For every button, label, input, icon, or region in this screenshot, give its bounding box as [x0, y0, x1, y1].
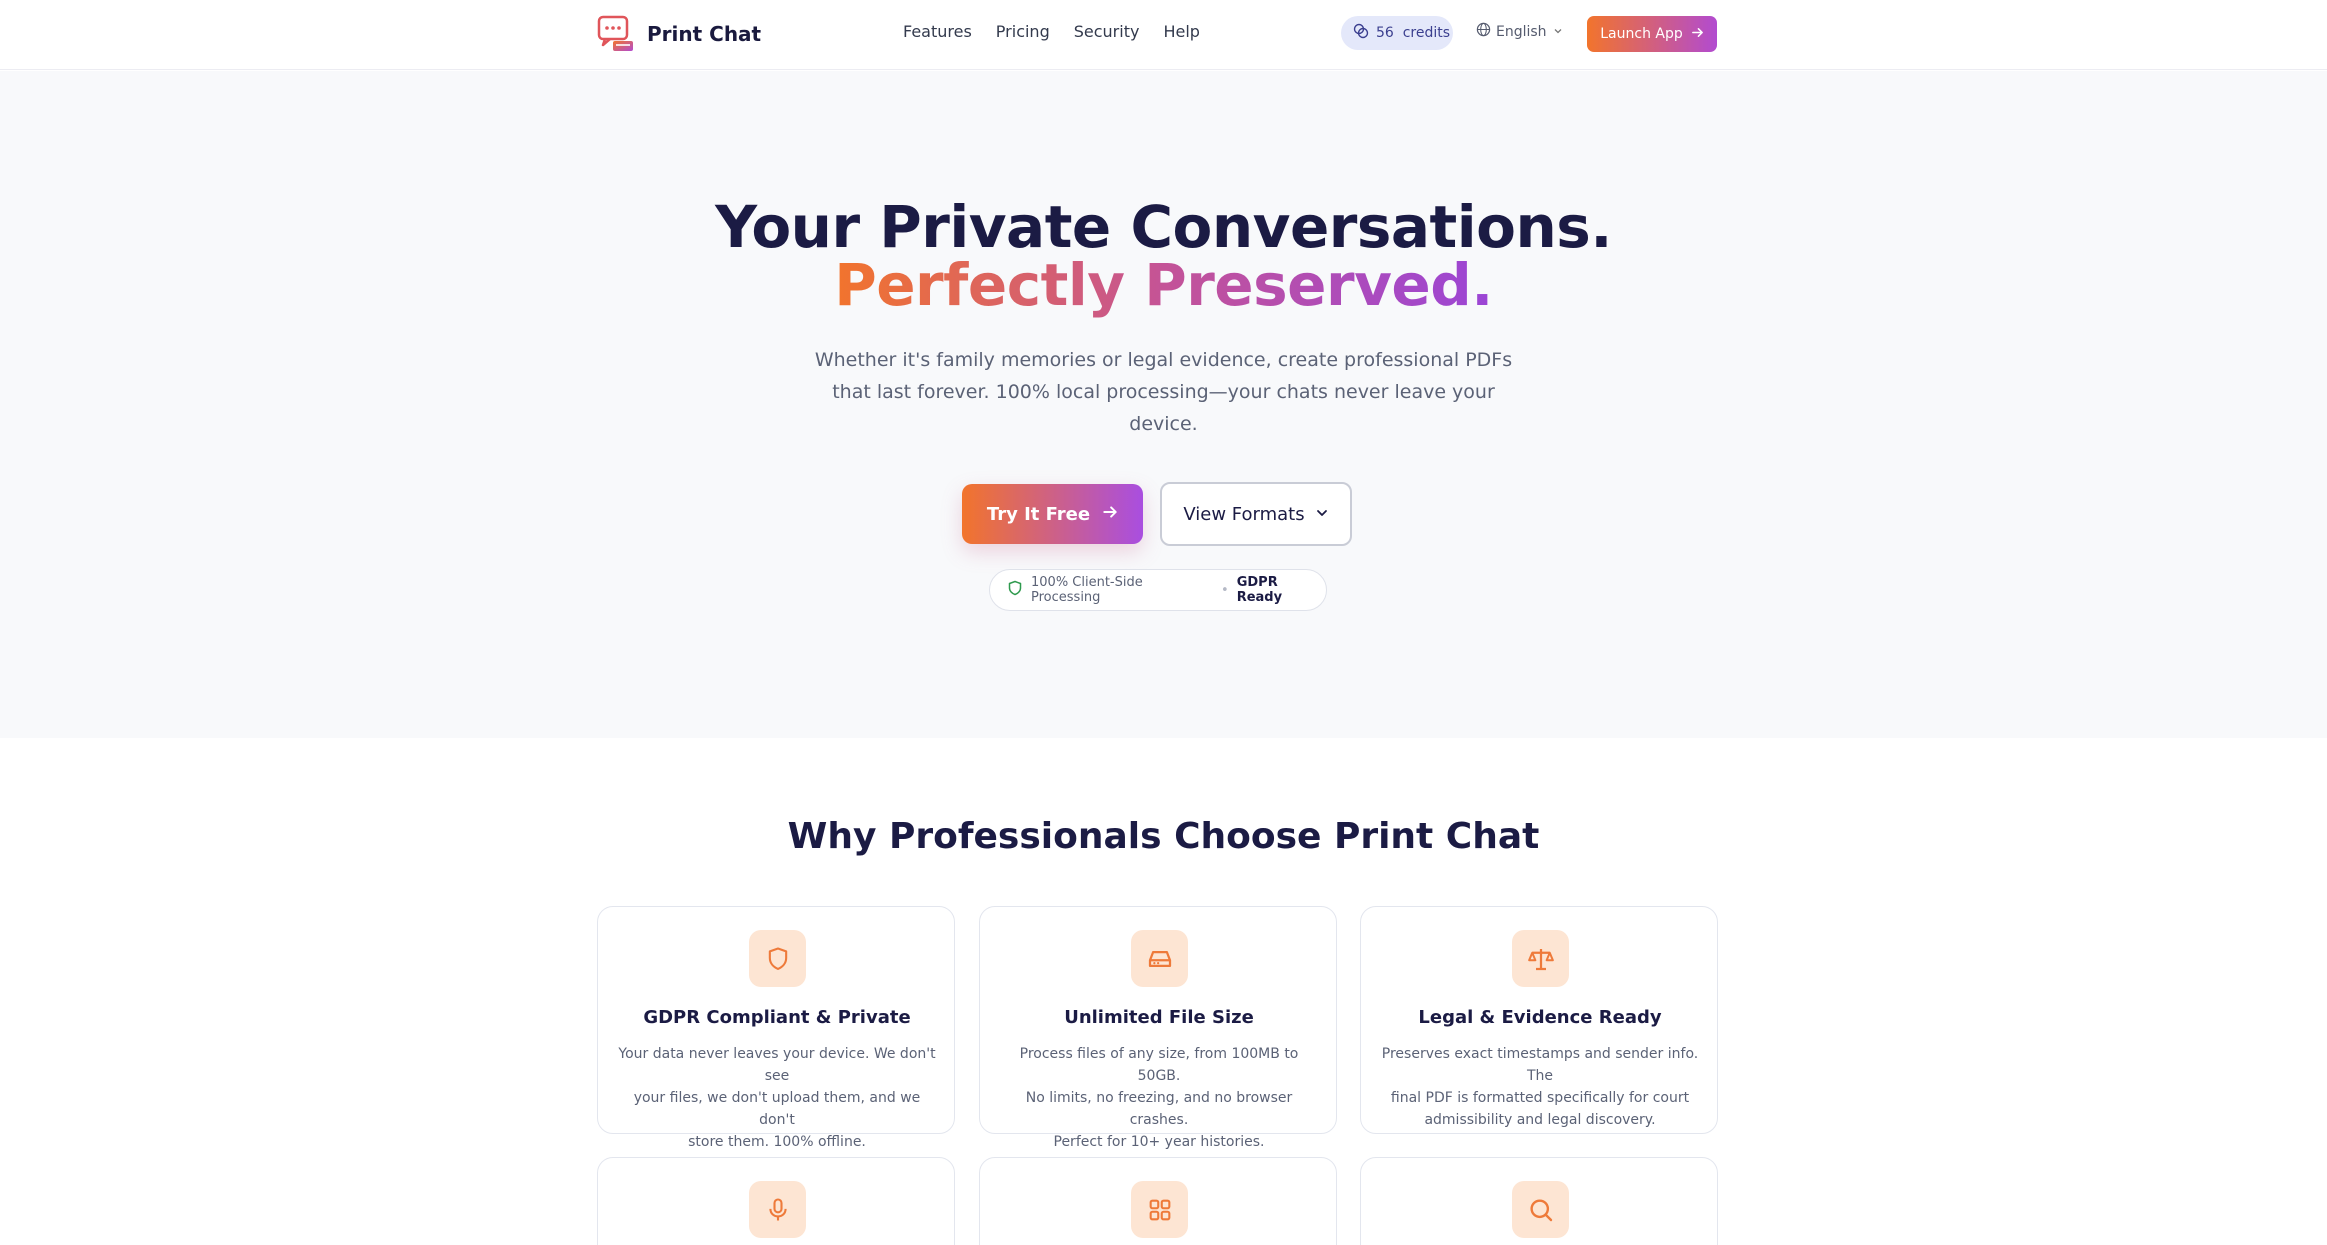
search-icon — [1512, 1181, 1569, 1238]
feature-description-line: store them. 100% offline. — [688, 1134, 866, 1150]
feature-description: Preserves exact timestamps and sender in… — [1381, 1043, 1699, 1131]
hero-subtitle-line: device. — [1129, 413, 1198, 435]
feature-card: Legal & Evidence Ready Preserves exact t… — [1360, 906, 1718, 1134]
feature-title: Legal & Evidence Ready — [1418, 1007, 1662, 1028]
hero-subtitle: Whether it's family memories or legal ev… — [813, 344, 1514, 440]
logo[interactable]: Print Chat — [597, 15, 761, 53]
separator-dot: • — [1221, 582, 1229, 598]
feature-card: GDPR Compliant & Private Your data never… — [597, 906, 955, 1150]
hero-title-highlight: Perfectly Preserved. — [0, 251, 2327, 319]
feature-title: Unlimited File Size — [1064, 1007, 1254, 1028]
feature-card — [1360, 1157, 1718, 1245]
hero-subtitle-line: Whether it's family memories or legal ev… — [814, 349, 1513, 371]
language-label: English — [1496, 23, 1547, 40]
section-title: Why Professionals Choose Print Chat — [787, 816, 1540, 857]
feature-description-line: No limits, no freezing, and no browser c… — [1025, 1090, 1293, 1128]
hard-drive-icon — [1131, 930, 1188, 987]
chevron-down-icon — [1315, 504, 1329, 525]
language-selector[interactable]: English — [1476, 22, 1568, 41]
shield-icon — [1008, 580, 1031, 600]
feature-card — [597, 1157, 955, 1245]
gdpr-ready-label: GDPR Ready — [1236, 575, 1283, 605]
hero-subtitle-line: that last forever. 100% local processing… — [832, 381, 1495, 403]
feature-description-line: Preserves exact timestamps and sender in… — [1381, 1046, 1699, 1084]
nav-security[interactable]: Security — [1074, 22, 1140, 41]
chevron-down-icon — [1553, 24, 1568, 40]
feature-description-line: Your data never leaves your device. We d… — [618, 1046, 936, 1084]
grid-icon — [1131, 1181, 1188, 1238]
scale-icon — [1512, 930, 1569, 987]
feature-card: Unlimited File Size Process files of any… — [979, 906, 1337, 1150]
main-nav: Features Pricing Security Help — [903, 22, 1224, 41]
feature-description: Your data never leaves your device. We d… — [618, 1043, 936, 1153]
launch-app-button[interactable]: Launch App — [1587, 16, 1717, 52]
view-formats-label: View Formats — [1183, 503, 1305, 525]
feature-description-line: admissibility and legal discovery. — [1424, 1112, 1656, 1128]
arrow-right-icon — [1691, 26, 1704, 43]
credits-label: 56 credits — [1376, 25, 1451, 41]
hero-title-gradient-text: Perfectly Preserved. — [834, 251, 1493, 319]
arrow-right-icon — [1102, 504, 1118, 525]
nav-help[interactable]: Help — [1163, 22, 1199, 41]
credits-badge[interactable]: 56 credits — [1341, 16, 1453, 50]
trust-text: 100% Client-Side Processing — [1031, 575, 1143, 605]
shield-icon — [749, 930, 806, 987]
coins-icon — [1353, 23, 1376, 43]
feature-description-line: your files, we don't upload them, and we… — [633, 1090, 921, 1128]
globe-icon — [1476, 22, 1496, 41]
microphone-icon — [749, 1181, 806, 1238]
chat-logo-icon — [597, 15, 635, 53]
feature-description: Process files of any size, from 100MB to… — [1000, 1043, 1318, 1153]
feature-title: GDPR Compliant & Private — [643, 1007, 911, 1028]
launch-label: Launch App — [1600, 26, 1683, 42]
feature-card — [979, 1157, 1337, 1245]
top-header: Print Chat Features Pricing Security Hel… — [0, 0, 2327, 70]
hero-section: Your Private Conversations. Perfectly Pr… — [0, 71, 2327, 738]
trust-badge: 100% Client-Side Processing • GDPR Ready — [989, 569, 1327, 611]
try-it-free-button[interactable]: Try It Free — [962, 484, 1143, 544]
feature-description-line: Process files of any size, from 100MB to… — [1019, 1046, 1299, 1084]
nav-features[interactable]: Features — [903, 22, 972, 41]
feature-description-line: Perfect for 10+ year histories. — [1053, 1134, 1265, 1150]
logo-text: Print Chat — [647, 22, 762, 46]
nav-pricing[interactable]: Pricing — [996, 22, 1050, 41]
view-formats-button[interactable]: View Formats — [1160, 482, 1352, 546]
feature-description-line: final PDF is formatted specifically for … — [1390, 1090, 1690, 1106]
try-it-free-label: Try It Free — [986, 503, 1091, 525]
